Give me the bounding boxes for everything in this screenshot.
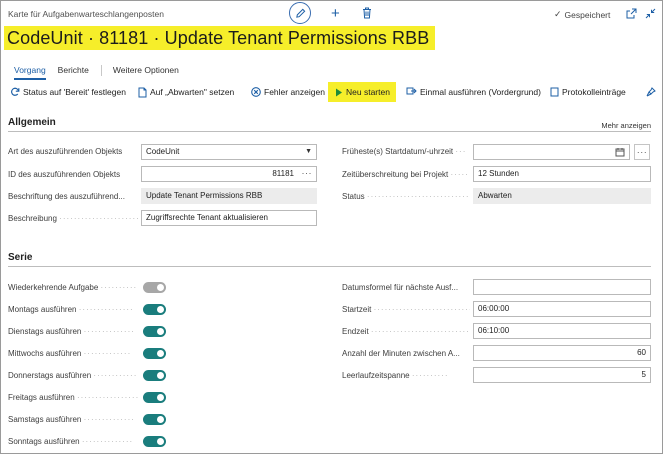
tab-weitere-optionen[interactable]: Weitere Optionen [113, 65, 179, 78]
timeout-label: Zeitüberschreitung bei Projekt ····· [342, 170, 469, 179]
set-on-hold-label: Auf „Abwarten" setzen [150, 87, 235, 97]
run-wednesday-toggle[interactable] [143, 348, 166, 359]
collapse-icon[interactable] [645, 8, 656, 19]
next-date-formula-label: Datumsformel für nächste Ausf... [342, 283, 459, 292]
chevron-down-icon: ▼ [305, 148, 312, 155]
document-icon [138, 87, 147, 98]
status-field: Abwarten [473, 188, 651, 204]
section-divider [8, 266, 651, 267]
run-tuesday-toggle[interactable] [143, 326, 166, 337]
object-id-label: ID des auszuführenden Objekts [8, 170, 121, 179]
run-once-icon [406, 87, 417, 97]
earliest-start-more-button[interactable]: ··· [634, 144, 650, 160]
run-once-label: Einmal ausführen (Vordergrund) [420, 87, 541, 97]
earliest-start-label: Früheste(s) Startdatum/-uhrzeit ··· [342, 147, 467, 156]
restart-button[interactable]: Neu starten [328, 82, 396, 102]
inactivity-timeout-label: Leerlaufzeitspanne ·········· [342, 371, 449, 380]
tab-separator [100, 65, 102, 76]
open-new-window-icon[interactable] [626, 8, 637, 19]
status-label: Status ······························ [342, 192, 470, 201]
error-circle-icon [251, 87, 261, 97]
restart-label: Neu starten [346, 87, 390, 97]
edit-button[interactable] [289, 2, 311, 24]
next-date-formula-field[interactable] [473, 279, 651, 295]
calendar-icon[interactable] [615, 147, 625, 157]
run-friday-label: Freitags ausführen ················· [8, 393, 138, 402]
object-type-label: Art des auszuführenden Objekts [8, 147, 123, 156]
set-on-hold-button[interactable]: Auf „Abwarten" setzen [138, 82, 234, 102]
recurring-task-toggle[interactable] [143, 282, 166, 293]
saved-label: Gespeichert [564, 9, 611, 20]
run-monday-toggle[interactable] [143, 304, 166, 315]
show-error-label: Fehler anzeigen [264, 87, 325, 97]
run-saturday-label: Samstags ausführen ·············· [8, 415, 135, 424]
object-type-select[interactable]: CodeUnit ▼ [141, 144, 317, 160]
recurring-task-label: Wiederkehrende Aufgabe ·········· [8, 283, 138, 292]
log-entries-button[interactable]: Protokolleinträge [550, 82, 626, 102]
start-time-label: Startzeit ··························· [342, 305, 470, 314]
object-id-field[interactable]: 81181 ··· [141, 166, 317, 182]
run-wednesday-label: Mittwochs ausführen ············· [8, 349, 132, 358]
object-caption-label: Beschriftung des auszuführend... [8, 192, 125, 201]
header-actions: + [289, 2, 372, 24]
run-sunday-label: Sonntags ausführen ·············· [8, 437, 134, 446]
start-time-field[interactable]: 06:00:00 [473, 301, 651, 317]
section-divider [8, 131, 651, 132]
end-time-label: Endzeit ···························· [342, 327, 470, 336]
minutes-between-field[interactable]: 60 [473, 345, 651, 361]
new-plus-icon[interactable]: + [331, 6, 340, 21]
end-time-field[interactable]: 06:10:00 [473, 323, 651, 339]
minutes-between-label: Anzahl der Minuten zwischen A... [342, 349, 460, 358]
timeout-field[interactable]: 12 Stunden [473, 166, 651, 182]
page-caption: Karte für Aufgabenwarteschlangenposten [8, 9, 164, 19]
run-tuesday-label: Dienstags ausführen ·············· [8, 327, 135, 336]
pin-icon[interactable] [646, 87, 656, 97]
show-more-link[interactable]: Mehr anzeigen [601, 121, 651, 130]
run-saturday-toggle[interactable] [143, 414, 166, 425]
action-tabs: Vorgang Berichte Weitere Optionen [14, 65, 191, 80]
pencil-icon [295, 8, 306, 19]
play-icon [335, 88, 343, 97]
refresh-icon [10, 87, 20, 97]
set-ready-label: Status auf 'Bereit' festlegen [23, 87, 126, 97]
saved-status: ✓ Gespeichert [554, 9, 610, 20]
earliest-start-field[interactable] [473, 144, 630, 160]
log-entries-label: Protokolleinträge [562, 87, 626, 97]
inactivity-timeout-field[interactable]: 5 [473, 367, 651, 383]
run-friday-toggle[interactable] [143, 392, 166, 403]
description-label: Beschreibung ························· [8, 214, 138, 223]
page-title: CodeUnit · 81181 · Update Tenant Permiss… [4, 26, 436, 50]
delete-trash-icon[interactable] [362, 7, 372, 19]
tab-berichte[interactable]: Berichte [58, 65, 89, 78]
set-ready-button[interactable]: Status auf 'Bereit' festlegen [10, 82, 126, 102]
run-monday-label: Montags ausführen ··············· [8, 305, 134, 314]
checkmark-icon: ✓ [554, 9, 562, 19]
description-field[interactable]: Zugriffsrechte Tenant aktualisieren [141, 210, 317, 226]
page-icon [550, 87, 559, 97]
section-general-heading[interactable]: Allgemein [8, 117, 56, 128]
object-caption-field: Update Tenant Permissions RBB [141, 188, 317, 204]
section-series-heading[interactable]: Serie [8, 252, 32, 263]
run-once-button[interactable]: Einmal ausführen (Vordergrund) [406, 82, 541, 102]
show-error-button[interactable]: Fehler anzeigen [251, 82, 325, 102]
lookup-ellipsis-icon[interactable]: ··· [302, 166, 313, 180]
run-sunday-toggle[interactable] [143, 436, 166, 447]
run-thursday-label: Donnerstags ausführen ············ [8, 371, 138, 380]
run-thursday-toggle[interactable] [143, 370, 166, 381]
toolbar: Status auf 'Bereit' festlegen Auf „Abwar… [6, 82, 661, 102]
tab-vorgang[interactable]: Vorgang [14, 65, 46, 80]
